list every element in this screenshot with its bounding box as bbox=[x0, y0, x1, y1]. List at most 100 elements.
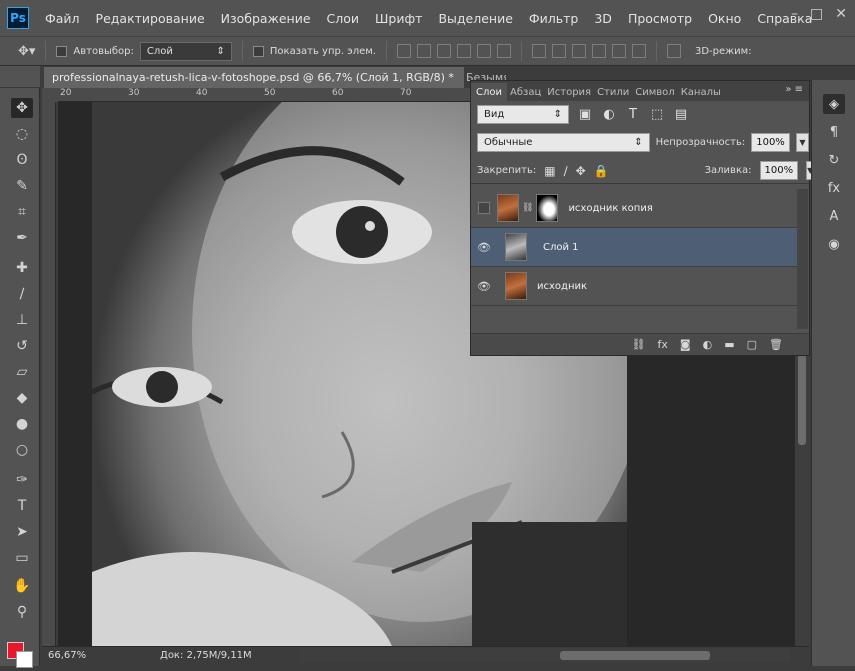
horizontal-scrollbar[interactable] bbox=[300, 648, 790, 662]
auto-align-icon[interactable] bbox=[666, 44, 681, 58]
tab-styles[interactable]: Стили bbox=[594, 87, 632, 101]
align-hcenter-icon[interactable] bbox=[476, 44, 491, 58]
menu-image[interactable]: Изображение bbox=[213, 11, 319, 26]
pen-tool-icon[interactable]: ✑ bbox=[11, 470, 33, 490]
marquee-tool-icon[interactable]: ◌ bbox=[11, 124, 33, 144]
layer-name[interactable]: Слой 1 bbox=[543, 242, 579, 253]
opacity-input[interactable]: 100% bbox=[751, 132, 790, 152]
new-layer-icon[interactable]: ▢ bbox=[747, 338, 757, 351]
vertical-scroll-thumb[interactable] bbox=[798, 355, 806, 445]
distribute-vcenter-icon[interactable] bbox=[551, 44, 566, 58]
close-tab-icon[interactable]: × bbox=[463, 71, 464, 84]
eye-icon[interactable]: 👁 bbox=[471, 241, 497, 254]
document-size[interactable]: Док: 2,75M/9,11M bbox=[160, 650, 252, 661]
align-vcenter-icon[interactable] bbox=[416, 44, 431, 58]
quick-select-tool-icon[interactable]: ✎ bbox=[11, 176, 33, 196]
tab-layers[interactable]: Слои bbox=[471, 83, 507, 101]
zoom-level[interactable]: 66,67% bbox=[48, 650, 86, 661]
menu-select[interactable]: Выделение bbox=[430, 11, 520, 26]
menu-3d[interactable]: 3D bbox=[586, 11, 620, 26]
crop-tool-icon[interactable]: ⌗ bbox=[11, 202, 33, 222]
maximize-button[interactable]: □ bbox=[810, 6, 823, 22]
toolbox-header[interactable] bbox=[0, 66, 40, 88]
filter-smart-object-icon[interactable]: ▤ bbox=[673, 107, 689, 122]
distribute-hcenter-icon[interactable] bbox=[611, 44, 626, 58]
path-select-tool-icon[interactable]: ➤ bbox=[11, 522, 33, 542]
eraser-tool-icon[interactable]: ▱ bbox=[11, 362, 33, 382]
adjustment-layer-icon[interactable]: ◐ bbox=[703, 338, 713, 351]
opacity-arrow-icon[interactable]: ▼ bbox=[795, 132, 809, 152]
layer-row[interactable]: 👁 исходник bbox=[471, 267, 797, 306]
distribute-left-icon[interactable] bbox=[591, 44, 606, 58]
filter-adjustment-icon[interactable]: ◐ bbox=[601, 107, 617, 122]
menu-edit[interactable]: Редактирование bbox=[88, 11, 213, 26]
lock-image-icon[interactable]: ∕ bbox=[564, 164, 568, 178]
link-layers-icon[interactable]: ⛓ bbox=[632, 338, 646, 351]
layer-thumbnail[interactable] bbox=[505, 233, 527, 261]
layer-thumbnail[interactable] bbox=[497, 194, 519, 222]
panel-menu-icon[interactable]: » ≡ bbox=[785, 84, 803, 95]
dodge-tool-icon[interactable]: ○ bbox=[11, 440, 33, 460]
new-group-icon[interactable]: ▬ bbox=[724, 338, 734, 351]
move-tool-icon[interactable]: ✥ bbox=[11, 98, 33, 118]
character-panel-icon[interactable]: A bbox=[823, 206, 845, 226]
filter-shape-icon[interactable]: ⬚ bbox=[649, 107, 665, 122]
align-top-icon[interactable] bbox=[396, 44, 411, 58]
distribute-top-icon[interactable] bbox=[531, 44, 546, 58]
show-transform-checkbox[interactable] bbox=[252, 45, 264, 57]
layer-thumbnail[interactable] bbox=[505, 272, 527, 300]
layer-row[interactable]: ⛓ исходник копия bbox=[471, 189, 797, 228]
brush-tool-icon[interactable]: ∕ bbox=[11, 284, 33, 304]
layer-name[interactable]: исходник копия bbox=[568, 203, 652, 214]
autoselect-checkbox[interactable] bbox=[56, 45, 68, 57]
close-button[interactable]: ✕ bbox=[835, 6, 847, 22]
trash-icon[interactable]: 🗑 bbox=[769, 338, 783, 351]
layers-panel-icon[interactable]: ◈ bbox=[823, 94, 845, 114]
filter-pixel-icon[interactable]: ▣ bbox=[577, 107, 593, 122]
horizontal-scroll-thumb[interactable] bbox=[560, 651, 710, 660]
hand-tool-icon[interactable]: ✋ bbox=[11, 576, 33, 596]
channels-panel-icon[interactable]: ◉ bbox=[823, 234, 845, 254]
align-bottom-icon[interactable] bbox=[436, 44, 451, 58]
history-panel-icon[interactable]: ↻ bbox=[823, 150, 845, 170]
align-left-icon[interactable] bbox=[456, 44, 471, 58]
fill-input[interactable]: 100% bbox=[759, 161, 799, 180]
tab-character[interactable]: Символ bbox=[632, 87, 677, 101]
menu-file[interactable]: Файл bbox=[37, 11, 88, 26]
lock-transparent-icon[interactable]: ▦ bbox=[544, 164, 555, 178]
blur-tool-icon[interactable]: ● bbox=[11, 414, 33, 434]
menu-view[interactable]: Просмотр bbox=[620, 11, 700, 26]
menu-layers[interactable]: Слои bbox=[319, 11, 368, 26]
minimize-button[interactable]: – bbox=[791, 6, 798, 22]
menu-type[interactable]: Шрифт bbox=[367, 11, 430, 26]
rectangle-tool-icon[interactable]: ▭ bbox=[11, 548, 33, 568]
fx-icon[interactable]: fx bbox=[658, 338, 668, 351]
autoselect-dropdown[interactable]: Слой ⇕ bbox=[139, 41, 232, 61]
layer-mask-thumbnail[interactable] bbox=[536, 194, 559, 222]
filter-type-icon[interactable]: T bbox=[625, 107, 641, 122]
document-tab[interactable]: professionalnaya-retush-lica-v-fotoshope… bbox=[44, 67, 464, 88]
tab-history[interactable]: История bbox=[544, 87, 594, 101]
layer-name[interactable]: исходник bbox=[537, 281, 587, 292]
tab-paragraph[interactable]: Абзац bbox=[507, 87, 544, 101]
lock-position-icon[interactable]: ✥ bbox=[576, 164, 586, 178]
add-mask-icon[interactable]: ◙ bbox=[680, 338, 691, 351]
paint-bucket-tool-icon[interactable]: ◆ bbox=[11, 388, 33, 408]
lock-all-icon[interactable]: 🔒 bbox=[594, 164, 609, 178]
tab-channels[interactable]: Каналы bbox=[678, 87, 724, 101]
paragraph-panel-icon[interactable]: ¶ bbox=[823, 122, 845, 142]
link-icon[interactable]: ⛓ bbox=[522, 203, 533, 213]
healing-brush-tool-icon[interactable]: ✚ bbox=[11, 258, 33, 278]
styles-panel-icon[interactable]: fx bbox=[823, 178, 845, 198]
distribute-bottom-icon[interactable] bbox=[571, 44, 586, 58]
visibility-toggle-empty[interactable] bbox=[478, 202, 490, 214]
clone-stamp-tool-icon[interactable]: ⊥ bbox=[11, 310, 33, 330]
type-tool-icon[interactable]: T bbox=[11, 496, 33, 516]
distribute-right-icon[interactable] bbox=[631, 44, 646, 58]
layer-row[interactable]: 👁 Слой 1 bbox=[471, 228, 797, 267]
layers-scrollbar[interactable] bbox=[797, 189, 808, 329]
background-color-swatch[interactable] bbox=[16, 651, 33, 668]
align-right-icon[interactable] bbox=[496, 44, 511, 58]
filter-kind-dropdown[interactable]: Вид ⇕ bbox=[477, 104, 569, 124]
lasso-tool-icon[interactable]: ʘ bbox=[11, 150, 33, 170]
